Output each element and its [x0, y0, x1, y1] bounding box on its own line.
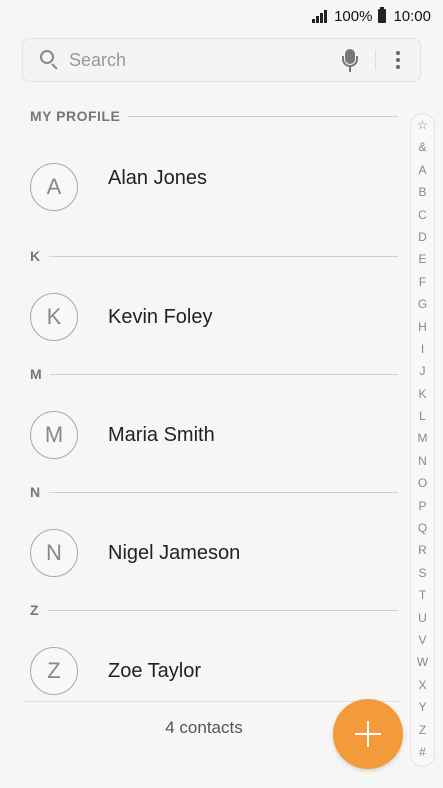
index-item[interactable]: S — [418, 567, 426, 579]
search-divider — [375, 50, 376, 70]
section-header-z: Z — [30, 602, 398, 618]
section-label: MY PROFILE — [30, 108, 121, 124]
clock: 10:00 — [393, 7, 431, 25]
index-item[interactable]: P — [418, 500, 426, 512]
list-item[interactable]: M Maria Smith — [30, 410, 398, 460]
add-contact-button[interactable] — [333, 699, 403, 769]
index-item[interactable]: O — [418, 477, 427, 489]
section-header-m: M — [30, 366, 398, 382]
section-header-n: N — [30, 484, 398, 500]
index-item[interactable]: R — [418, 544, 427, 556]
index-item[interactable]: # — [419, 746, 426, 758]
search-bar[interactable] — [22, 38, 421, 82]
index-item[interactable]: T — [419, 589, 426, 601]
index-item[interactable]: D — [418, 231, 427, 243]
index-item[interactable]: & — [418, 141, 426, 153]
plus-icon — [355, 721, 381, 747]
index-item[interactable]: U — [418, 612, 427, 624]
section-label: Z — [30, 602, 40, 618]
index-item[interactable]: K — [418, 388, 426, 400]
section-divider — [48, 491, 398, 493]
list-item[interactable]: K Kevin Foley — [30, 292, 398, 342]
index-item[interactable]: N — [418, 455, 427, 467]
avatar: N — [30, 529, 78, 577]
contact-name: Nigel Jameson — [108, 541, 241, 564]
contact-name: Maria Smith — [108, 423, 215, 446]
index-item[interactable]: A — [418, 164, 426, 176]
section-divider — [128, 115, 398, 117]
index-item[interactable]: B — [418, 186, 426, 198]
contact-name: Zoe Taylor — [108, 659, 202, 682]
search-input[interactable] — [69, 49, 337, 71]
alphabet-index-scroller[interactable]: ☆ & A B C D E F G H I J K L M N O P Q R S T U V W X Y Z # — [410, 113, 435, 767]
section-label: M — [30, 366, 43, 382]
avatar: Z — [30, 647, 78, 695]
index-item[interactable]: H — [418, 321, 427, 333]
index-item[interactable]: Y — [418, 701, 426, 713]
index-item[interactable]: W — [417, 656, 428, 668]
index-item[interactable]: C — [418, 209, 427, 221]
signal-icon — [312, 9, 328, 23]
index-item[interactable]: J — [420, 365, 426, 377]
index-item-favorites[interactable]: ☆ — [417, 119, 428, 131]
index-item[interactable]: G — [418, 298, 427, 310]
contact-name: Kevin Foley — [108, 305, 213, 328]
footer-divider — [22, 701, 400, 702]
search-icon — [39, 49, 61, 71]
section-header-my-profile: MY PROFILE — [30, 108, 398, 124]
index-item[interactable]: Z — [419, 724, 426, 736]
contact-name: Alan Jones — [108, 166, 207, 189]
battery-icon — [378, 7, 387, 23]
section-label: N — [30, 484, 41, 500]
list-item[interactable]: Z Zoe Taylor — [30, 646, 398, 696]
index-item[interactable]: V — [418, 634, 426, 646]
section-divider — [50, 373, 398, 375]
avatar: K — [30, 293, 78, 341]
index-item[interactable]: X — [418, 679, 426, 691]
index-item[interactable]: Q — [418, 522, 427, 534]
avatar: A — [30, 163, 78, 211]
list-item[interactable]: A Alan Jones — [30, 162, 398, 212]
battery-percent: 100% — [334, 7, 373, 25]
section-label: K — [30, 248, 41, 264]
avatar: M — [30, 411, 78, 459]
status-bar: 100% 10:00 — [0, 0, 443, 32]
index-item[interactable]: L — [419, 410, 426, 422]
index-item[interactable]: M — [418, 432, 428, 444]
section-divider — [48, 255, 398, 257]
index-item[interactable]: F — [419, 276, 426, 288]
index-item[interactable]: E — [418, 253, 426, 265]
section-header-k: K — [30, 248, 398, 264]
section-divider — [47, 609, 398, 611]
list-item[interactable]: N Nigel Jameson — [30, 528, 398, 578]
more-options-icon[interactable] — [390, 48, 406, 72]
index-item[interactable]: I — [421, 343, 424, 355]
mic-icon[interactable] — [337, 46, 363, 74]
